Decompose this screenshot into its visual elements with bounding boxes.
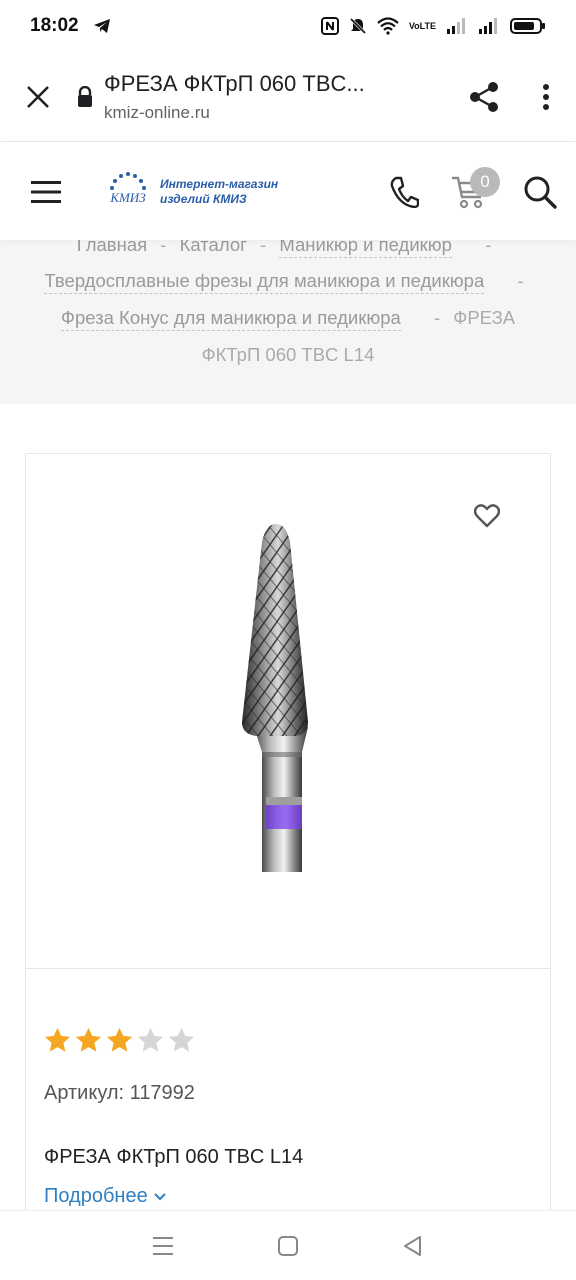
page-url: kmiz-online.ru (104, 102, 210, 122)
status-time: 18:02 (30, 15, 79, 36)
product-card: Артикул: 117992 ФРЕЗА ФКТрП 060 TBC L14 … (25, 453, 551, 1233)
mute-icon (349, 17, 367, 35)
breadcrumb-link-catalog[interactable]: Каталог (180, 240, 247, 257)
search-button[interactable] (504, 143, 576, 240)
nav-recents-button[interactable] (138, 1221, 188, 1271)
back-icon (404, 1235, 422, 1256)
signal-icon-2 (478, 17, 500, 35)
recents-icon (152, 1236, 173, 1255)
star-filled-icon (44, 1027, 71, 1052)
breadcrumb-separator: - (433, 307, 441, 328)
nfc-icon (320, 17, 339, 35)
nav-home-button[interactable] (263, 1221, 313, 1271)
product-rating (43, 1026, 196, 1055)
logo-line-2: изделий КМИЗ (160, 191, 247, 206)
share-icon (470, 81, 498, 112)
star-filled-icon (106, 1027, 133, 1052)
breadcrumb-separator: - (485, 240, 492, 255)
product-article: Артикул: 117992 (44, 1082, 195, 1104)
logo-mark: КМИЗ (109, 171, 146, 205)
product-name: ФРЕЗА ФКТрП 060 TBC L14 (44, 1146, 304, 1168)
phone-icon (390, 176, 419, 208)
phone-button[interactable] (374, 143, 434, 240)
volte-icon: VoLTE (408, 20, 436, 31)
logo-line-1: Интернет-магазин (160, 176, 279, 191)
system-nav-bar (0, 1210, 576, 1280)
chevron-down-icon (154, 1192, 166, 1200)
breadcrumb-separator: - (260, 240, 267, 255)
volte-label: VoLTE (408, 20, 436, 31)
more-details-label: Подробнее (44, 1185, 148, 1207)
lock-icon (76, 85, 104, 108)
search-icon (524, 176, 557, 209)
product-image-area (26, 454, 550, 969)
wifi-icon (377, 17, 399, 35)
breadcrumb-link-carbide-burs[interactable]: Твердосплавные фрезы для маникюра и педи… (44, 270, 485, 294)
breadcrumb-link-home[interactable]: Главная (77, 240, 147, 257)
browser-menu-button[interactable] (516, 52, 576, 142)
status-bar: 18:02 VoLTE (0, 0, 576, 52)
home-icon (277, 1235, 298, 1256)
battery-icon (510, 17, 546, 35)
browser-toolbar: ФРЕЗА ФКТрП 060 TBC... kmiz-online.ru (0, 52, 576, 142)
site-header: КМИЗ Интернет-магазин изделий КМИЗ 0 (0, 143, 576, 240)
hamburger-icon (31, 180, 61, 203)
page-title: ФРЕЗА ФКТрП 060 TBC... (104, 70, 365, 96)
menu-button[interactable] (0, 143, 92, 240)
telegram-icon (93, 18, 111, 34)
star-filled-icon (75, 1027, 102, 1052)
breadcrumb-current: ФРЕЗА (453, 307, 516, 328)
signal-icon-1 (446, 17, 468, 35)
star-empty-icon (137, 1027, 164, 1052)
wishlist-button[interactable] (472, 502, 502, 530)
address-bar[interactable]: ФРЕЗА ФКТрП 060 TBC... kmiz-online.ru (76, 52, 452, 142)
cart-button[interactable]: 0 (434, 143, 504, 240)
cart-count-badge: 0 (470, 167, 500, 197)
breadcrumb: Главная - Каталог - Маникюр и педикюр - … (0, 240, 576, 404)
site-logo[interactable]: КМИЗ Интернет-магазин изделий КМИЗ (92, 143, 278, 240)
close-tab-button[interactable] (0, 52, 76, 142)
svg-text:КМИЗ: КМИЗ (109, 190, 146, 205)
heart-icon (474, 504, 500, 528)
close-icon (27, 85, 49, 108)
breadcrumb-link-cone-burs[interactable]: Фреза Конус для маникюра и педикюра (60, 307, 401, 331)
product-image[interactable] (236, 522, 316, 872)
breadcrumb-separator: - (517, 270, 524, 291)
nav-back-button[interactable] (388, 1221, 438, 1271)
share-button[interactable] (452, 52, 516, 142)
more-vert-icon (543, 83, 549, 110)
breadcrumb-link-manicure[interactable]: Маникюр и педикюр (279, 240, 452, 258)
star-empty-icon (168, 1027, 195, 1052)
more-details-link[interactable]: Подробнее (44, 1185, 166, 1208)
breadcrumb-current: ФКТрП 060 TBC L14 (201, 344, 375, 365)
breadcrumb-separator: - (160, 240, 167, 255)
